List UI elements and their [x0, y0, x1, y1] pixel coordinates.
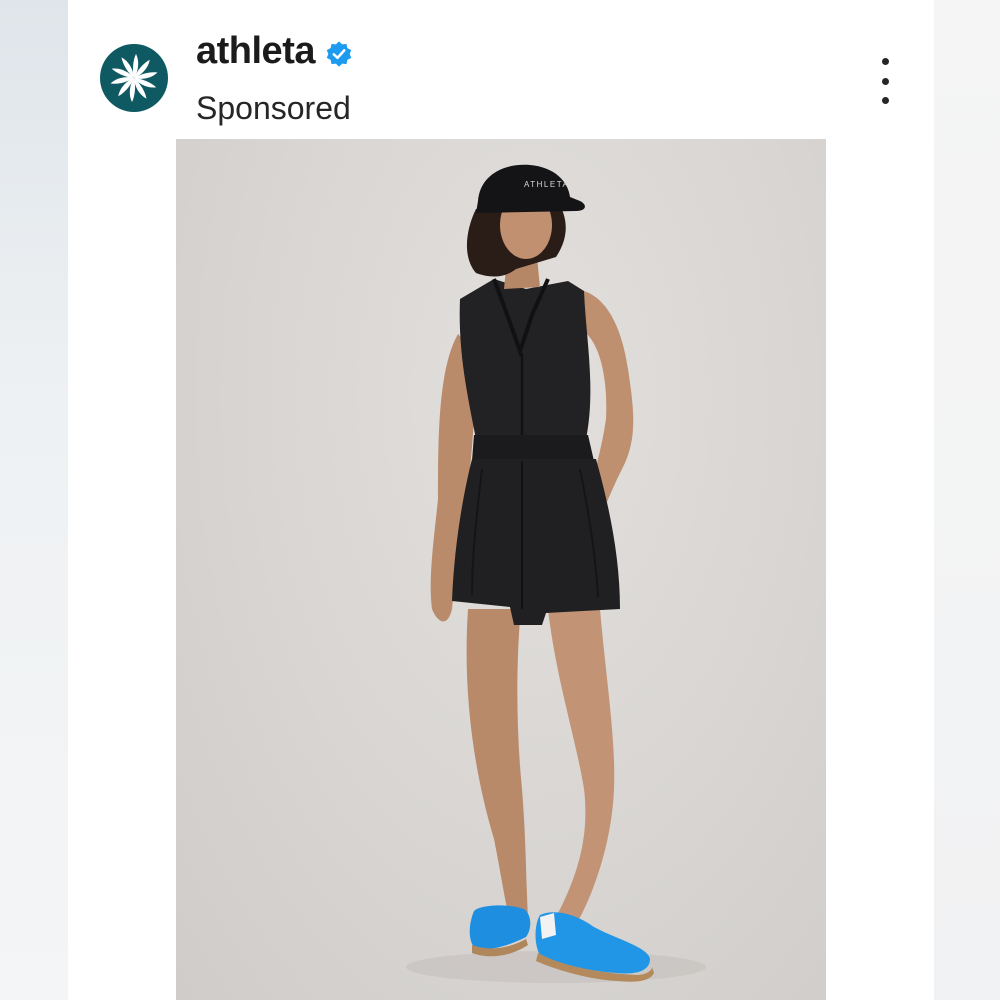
verified-badge-icon	[326, 40, 352, 67]
post-image[interactable]: ATHLETA	[176, 139, 826, 1000]
profile-avatar[interactable]	[100, 44, 168, 112]
pinwheel-logo-icon	[110, 54, 158, 102]
background-left	[0, 0, 68, 1000]
username-text[interactable]: athleta	[196, 30, 315, 73]
more-dot	[881, 58, 889, 65]
sponsored-label: Sponsored	[196, 90, 351, 126]
hat-logo-text: ATHLETA	[524, 180, 569, 189]
more-vertical-icon[interactable]	[866, 58, 904, 104]
account-name[interactable]: athleta	[196, 30, 353, 73]
model-illustration: ATHLETA	[406, 164, 706, 983]
more-dot	[881, 97, 889, 104]
background-right	[934, 0, 1000, 1000]
more-dot	[881, 77, 889, 85]
